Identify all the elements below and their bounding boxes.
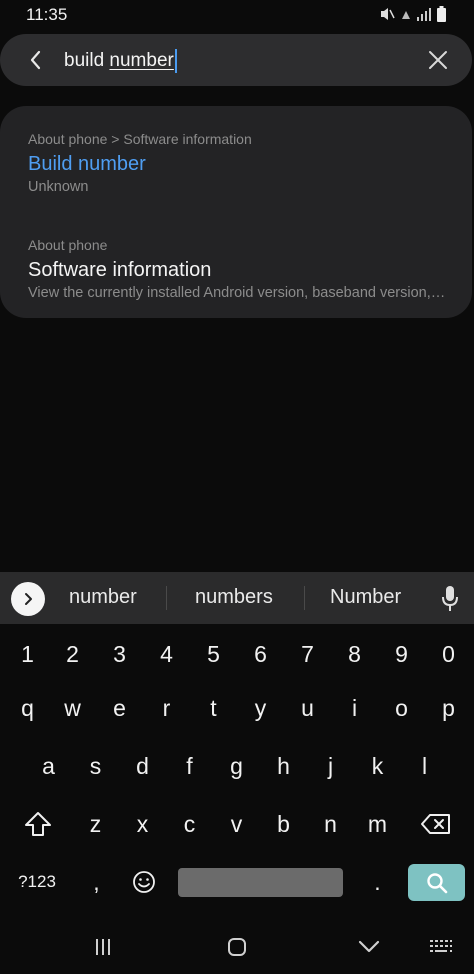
key-t[interactable]: t [190, 680, 237, 736]
emoji-icon [132, 871, 155, 893]
key-3[interactable]: 3 [96, 626, 143, 682]
key-p[interactable]: p [425, 680, 472, 736]
suggestion-2[interactable]: numbers [195, 586, 273, 609]
key-o[interactable]: o [378, 680, 425, 736]
key-u[interactable]: u [284, 680, 331, 736]
key-6[interactable]: 6 [237, 626, 284, 682]
battery-icon [437, 6, 446, 22]
back-arrow-icon [30, 50, 41, 70]
shift-key[interactable] [14, 796, 61, 852]
search-input[interactable]: build number [64, 48, 177, 74]
keyboard-switch-icon [430, 940, 452, 952]
key-l[interactable]: l [401, 738, 448, 794]
search-results-card: About phone > Software information Build… [0, 106, 472, 318]
key-j[interactable]: j [307, 738, 354, 794]
signal-icon [417, 6, 431, 22]
keyboard: 1 2 3 4 5 6 7 8 9 0 q w e r t y u i o p … [0, 624, 474, 920]
key-m[interactable]: m [354, 796, 401, 852]
key-n[interactable]: n [307, 796, 354, 852]
navigation-bar [0, 920, 474, 974]
search-bar: build number [0, 34, 472, 86]
result-path: About phone [28, 237, 108, 253]
status-bar: 11:35 [0, 0, 474, 30]
key-comma[interactable]: , [73, 854, 120, 910]
backspace-key[interactable] [412, 796, 459, 852]
search-icon [426, 872, 447, 893]
close-icon [429, 51, 447, 69]
back-button[interactable] [24, 48, 48, 72]
key-b[interactable]: b [260, 796, 307, 852]
clear-search-button[interactable] [428, 50, 448, 70]
status-time: 11:35 [26, 5, 68, 24]
key-z[interactable]: z [72, 796, 119, 852]
shift-icon [24, 812, 51, 836]
key-1[interactable]: 1 [4, 626, 51, 682]
key-v[interactable]: v [213, 796, 260, 852]
key-2[interactable]: 2 [49, 626, 96, 682]
result-software-information[interactable]: About phone Software information View th… [28, 236, 448, 302]
key-8[interactable]: 8 [331, 626, 378, 682]
keyboard-switch-button[interactable] [426, 934, 456, 960]
key-s[interactable]: s [72, 738, 119, 794]
key-e[interactable]: e [96, 680, 143, 736]
wifi-icon [401, 6, 411, 22]
key-x[interactable]: x [119, 796, 166, 852]
suggestion-divider [166, 586, 167, 610]
key-4[interactable]: 4 [143, 626, 190, 682]
home-button[interactable] [222, 934, 252, 960]
result-title: Build number [28, 153, 146, 175]
result-build-number[interactable]: About phone > Software information Build… [28, 130, 448, 196]
home-icon [228, 938, 246, 956]
recent-apps-button[interactable] [88, 934, 118, 960]
search-query-prefix: build [64, 50, 110, 71]
chevron-right-icon [25, 593, 32, 605]
key-f[interactable]: f [166, 738, 213, 794]
key-c[interactable]: c [166, 796, 213, 852]
emoji-key[interactable] [120, 854, 167, 910]
chevron-down-icon [358, 940, 380, 953]
key-g[interactable]: g [213, 738, 260, 794]
key-w[interactable]: w [49, 680, 96, 736]
key-q[interactable]: q [4, 680, 51, 736]
key-7[interactable]: 7 [284, 626, 331, 682]
result-title: Software information [28, 259, 212, 281]
keyboard-expand-button[interactable] [11, 582, 45, 616]
keyboard-suggestion-bar: number numbers Number [0, 572, 474, 624]
key-period[interactable]: . [354, 854, 401, 910]
backspace-icon [420, 814, 450, 834]
result-path: About phone > Software information [28, 131, 252, 147]
key-d[interactable]: d [119, 738, 166, 794]
status-icons [379, 6, 446, 22]
voice-input-button[interactable] [440, 585, 460, 613]
key-i[interactable]: i [331, 680, 378, 736]
key-h[interactable]: h [260, 738, 307, 794]
result-subtitle: Unknown [28, 179, 89, 195]
search-action-key[interactable] [408, 864, 465, 901]
key-y[interactable]: y [237, 680, 284, 736]
result-subtitle: View the currently installed Android ver… [28, 285, 448, 301]
suggestion-1[interactable]: number [69, 586, 137, 609]
key-a[interactable]: a [25, 738, 72, 794]
recent-apps-icon [96, 939, 110, 955]
nav-back-button[interactable] [354, 934, 384, 960]
text-cursor [174, 49, 177, 73]
symbols-key[interactable]: ?123 [10, 854, 64, 910]
microphone-icon [442, 586, 458, 611]
suggestion-3[interactable]: Number [330, 586, 401, 609]
suggestion-divider [304, 586, 305, 610]
space-key[interactable] [178, 868, 343, 897]
key-0[interactable]: 0 [425, 626, 472, 682]
key-5[interactable]: 5 [190, 626, 237, 682]
key-9[interactable]: 9 [378, 626, 425, 682]
search-query-composing: number [109, 50, 174, 71]
key-r[interactable]: r [143, 680, 190, 736]
key-k[interactable]: k [354, 738, 401, 794]
mute-vibrate-icon [379, 6, 395, 22]
